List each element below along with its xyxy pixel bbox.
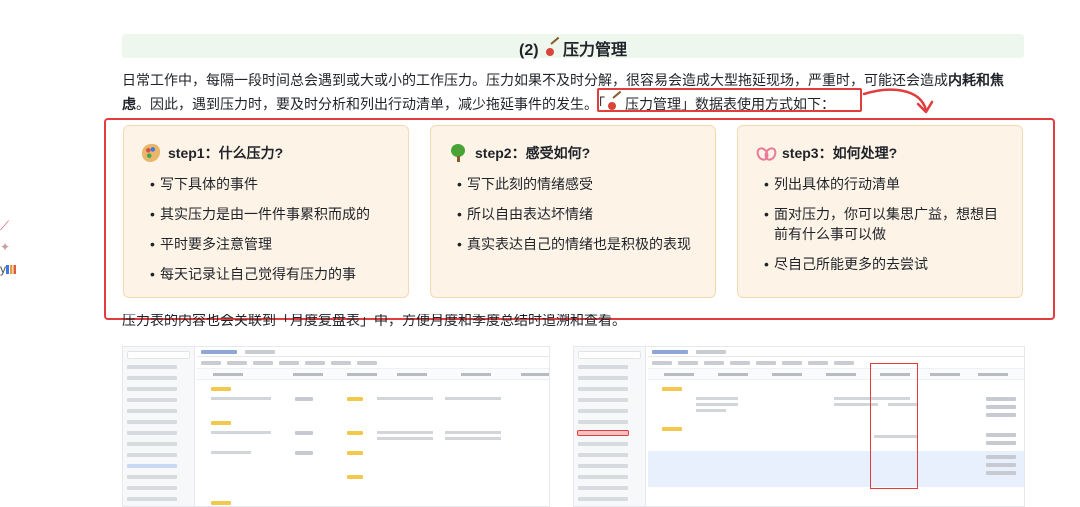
caption-label: 压力表的内容也会关联到「月度复盘表」中，方便月度和季度总结时追溯和查看。 [122,314,626,328]
rocket-icon: ✦ [0,240,11,254]
step-card-2: step2：感受如何? 写下此刻的情绪感受 所以自由表达坏情绪 真实表达自己的情… [430,125,716,298]
sidebar-fragment: ⟋ [0,218,9,234]
card-title: step3：如何处理? [756,142,1006,164]
caption-text: 压力表的内容也会关联到「月度复盘表」中，方便月度和季度总结时追溯和查看。 [122,314,626,330]
step-card-1: step1：什么压力? 写下具体的事件 其实压力是由一件件事累积而成的 平时要多… [123,125,409,298]
card-title-text: step2：感受如何? [475,145,591,161]
heading-number: (2) [518,42,539,59]
heading-band: (2) 压力管理 [122,34,1024,60]
card-list: 写下此刻的情绪感受 所以自由表达坏情绪 真实表达自己的情绪也是积极的表现 [449,174,699,254]
list-item: 写下此刻的情绪感受 [449,174,699,194]
list-item: 面对压力，你可以集思广益，想想目前有什么事可以做 [756,204,1006,244]
page-heading: (2) 压力管理 [122,36,1024,60]
screenshot-sidebar [574,347,646,506]
list-item: 其实压力是由一件件事累积而成的 [142,204,392,224]
heading-title: 压力管理 [563,42,628,59]
screenshot-sidebar [123,347,195,506]
list-item: 写下具体的事件 [142,174,392,194]
chart-line-icon: ⟋ [0,218,10,233]
list-item: 所以自由表达坏情绪 [449,204,699,224]
para-text-1: 日常工作中，每隔一段时间总会遇到或大或小的工作压力。压力如果不及时分解，很容易会… [122,72,948,88]
list-item: 尽自己所能更多的去尝试 [756,254,1006,274]
list-item: 每天记录让自己觉得有压力的事 [142,264,392,284]
highlight-box-table-name [597,88,862,112]
list-item: 平时要多注意管理 [142,234,392,254]
tree-icon [449,144,467,162]
para-bold-2: 虑 [122,96,136,112]
card-list: 列出具体的行动清单 面对压力，你可以集思广益，想想目前有什么事可以做 尽自己所能… [756,174,1006,274]
sidebar-fragment-2: ✦ [0,240,10,254]
card-list: 写下具体的事件 其实压力是由一件件事累积而成的 平时要多注意管理 每天记录让自己… [142,174,392,284]
ribbon-icon [756,144,774,162]
para-text-2: 。因此，遇到压力时，要及时分析和列出行动清单，减少拖延事件的发生。 [136,96,598,112]
card-title: step2：感受如何? [449,142,699,164]
card-title-text: step1：什么压力? [168,145,284,161]
step-card-3: step3：如何处理? 列出具体的行动清单 面对压力，你可以集思广益，想想目前有… [737,125,1023,298]
card-title: step1：什么压力? [142,142,392,164]
list-item: 真实表达自己的情绪也是积极的表现 [449,234,699,254]
sidebar-fragment-3[interactable]: y [0,262,16,276]
palette-icon [142,144,160,162]
list-item: 列出具体的行动清单 [756,174,1006,194]
screenshot-stress-table [122,346,550,507]
card-title-text: step3：如何处理? [782,145,898,161]
bar-chart-icon [6,265,16,274]
guitar-icon [545,41,561,57]
screenshot-monthly-review [573,346,1025,507]
para-bold-1: 内耗和焦 [948,72,1004,88]
